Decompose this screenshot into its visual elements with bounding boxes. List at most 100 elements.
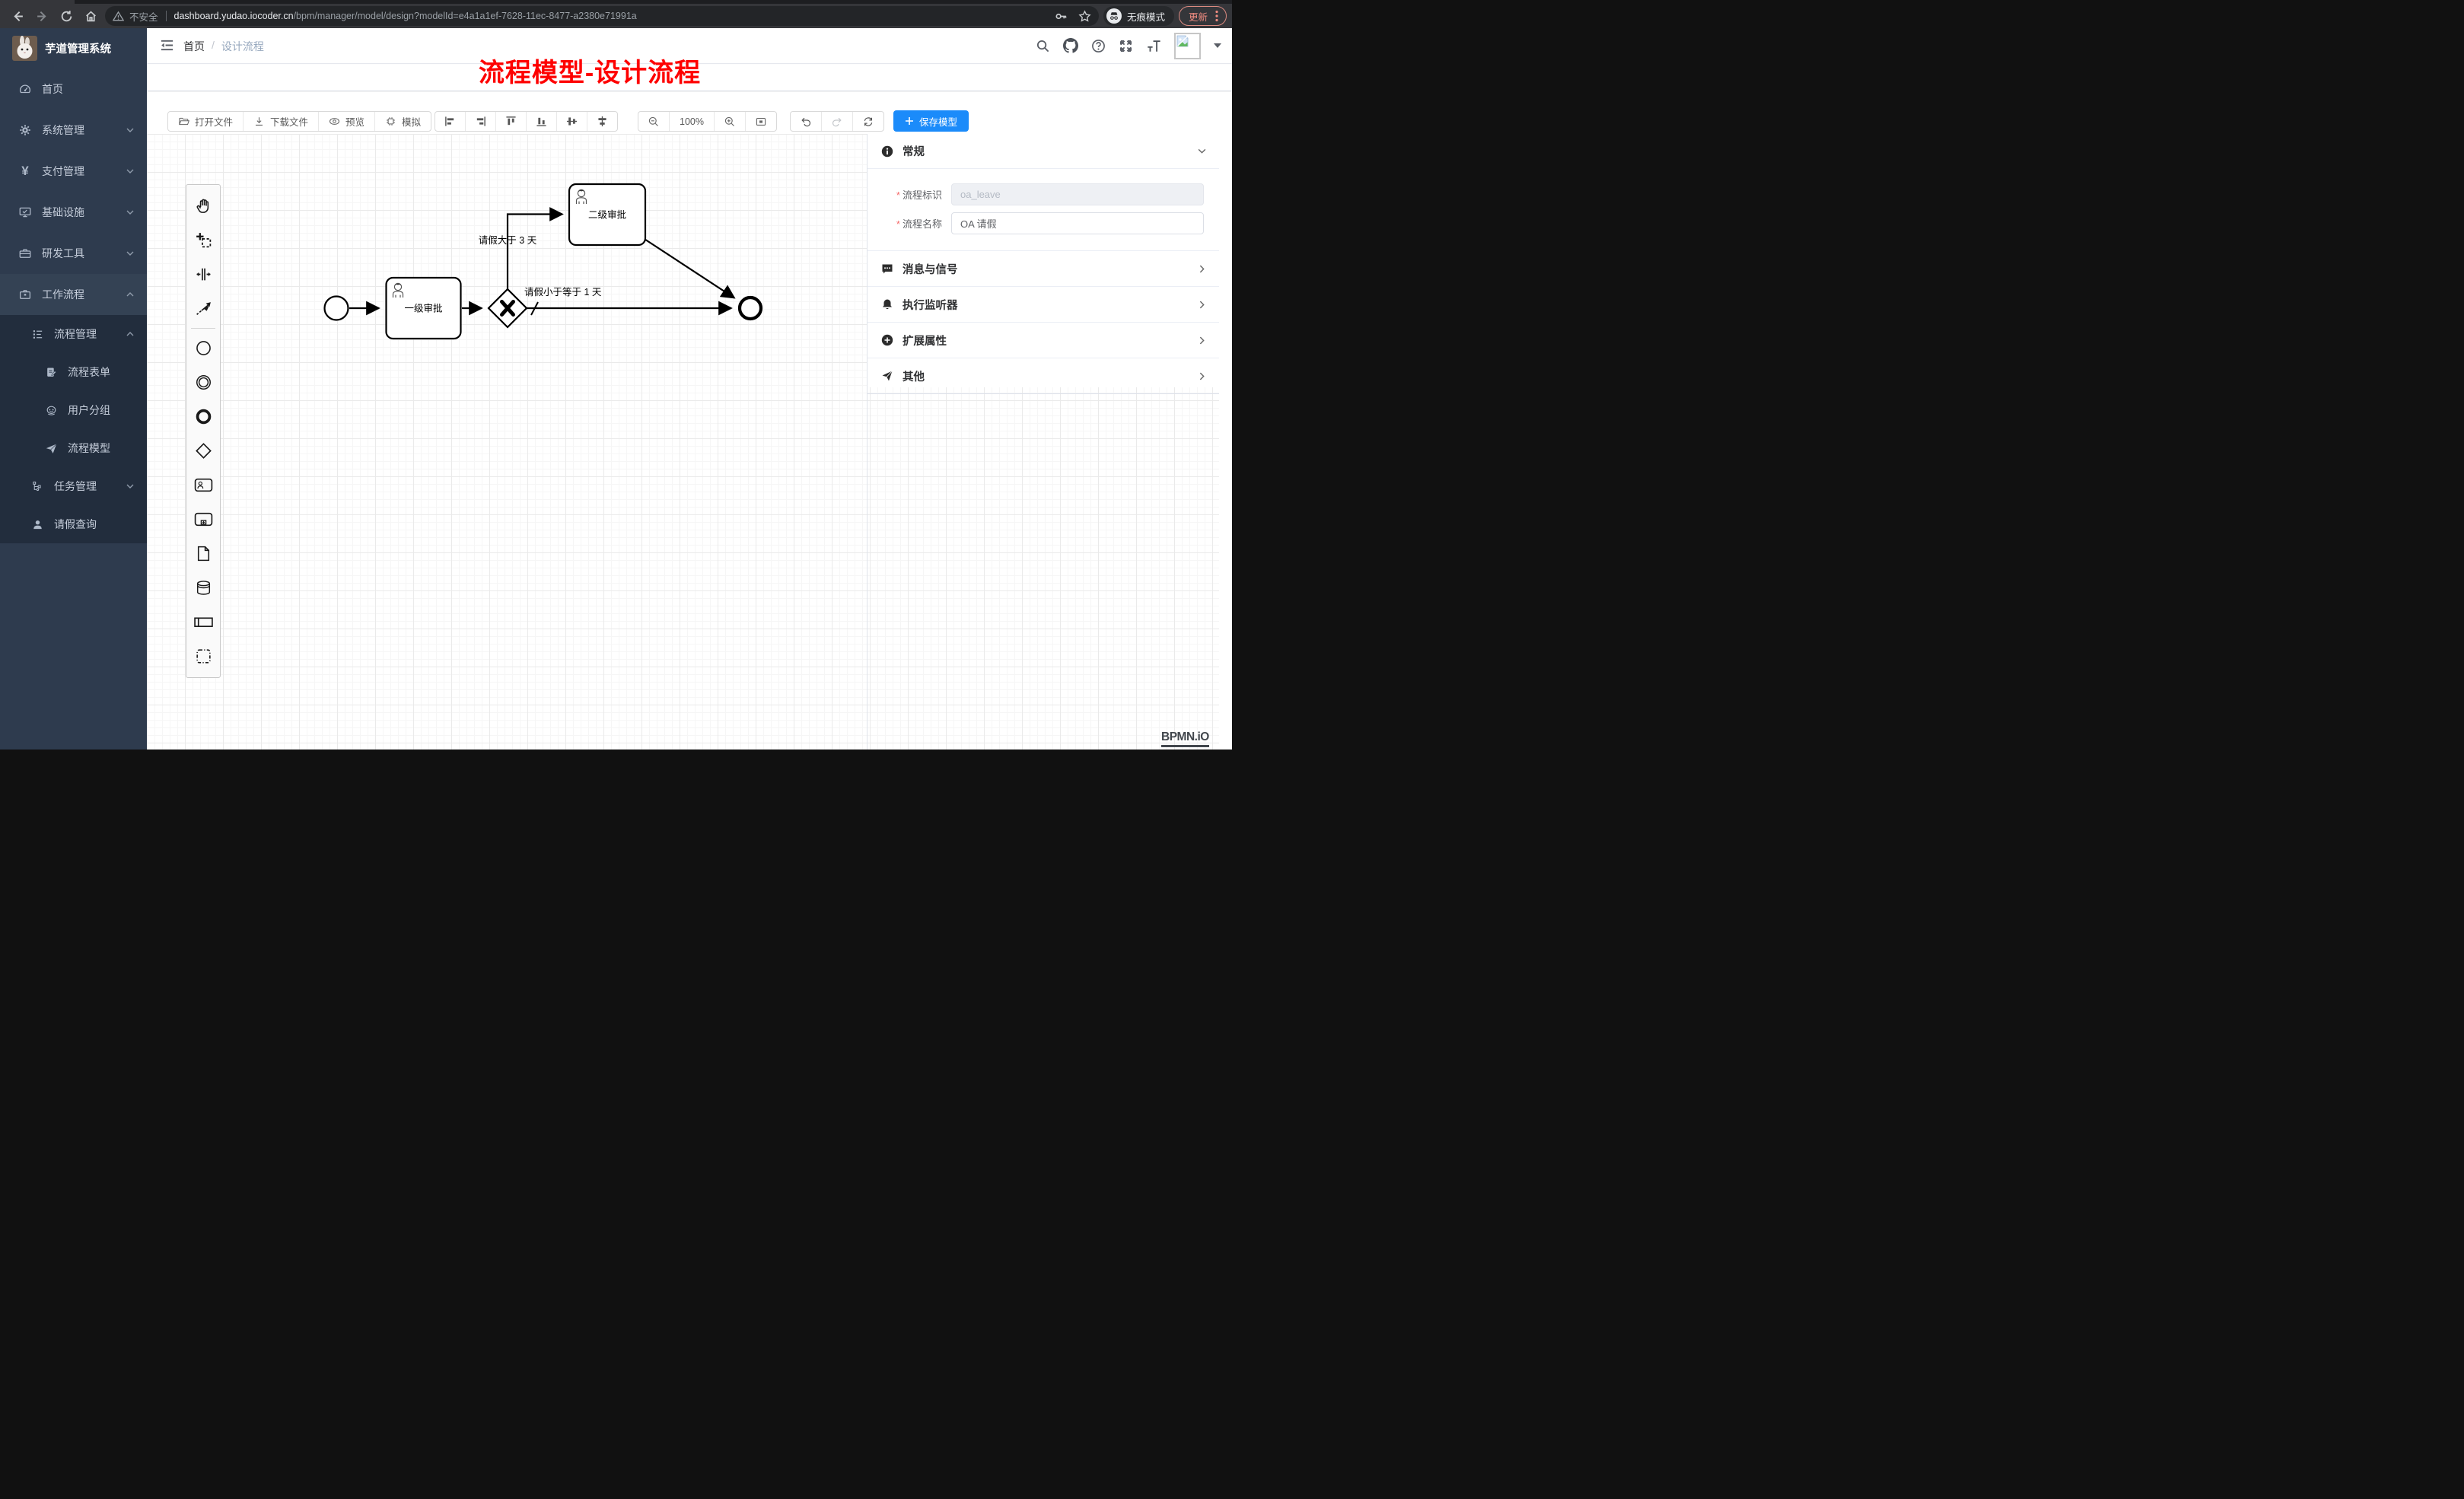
sidebar-item-process-form[interactable]: 流程表单 [0,353,147,391]
screen: 不安全 dashboard.yudao.iocoder.cn/bpm/manag… [0,0,1232,750]
create-participant-pool[interactable] [186,605,220,639]
refresh-icon[interactable] [852,112,883,131]
back-icon[interactable] [8,6,27,26]
caret-down-icon[interactable] [1214,43,1221,52]
user-task-level1[interactable]: 一级审批 [387,278,461,339]
star-icon[interactable] [1078,10,1091,23]
section-extended-properties[interactable]: 扩展属性 [867,323,1219,358]
bpmn-io-logo[interactable]: BPMN.iO [1161,730,1209,747]
yen-icon: ¥ [18,164,32,179]
redo-icon[interactable] [821,112,852,131]
chevron-right-icon [1197,371,1207,381]
sidebar-item-process-mgmt[interactable]: 流程管理 [0,315,147,353]
svg-text:二级审批: 二级审批 [588,209,626,221]
save-model-button[interactable]: 保存模型 [893,110,969,132]
create-group[interactable] [186,639,220,673]
collapse-sidebar-icon[interactable] [159,37,175,53]
svg-text:一级审批: 一级审批 [404,303,442,314]
font-size-icon[interactable] [1146,39,1161,53]
zoom-level: 100% [669,112,714,131]
download-file-button[interactable]: 下载文件 [243,112,318,131]
create-data-store[interactable] [186,571,220,605]
create-gateway[interactable] [186,434,220,468]
sidebar-item-infra[interactable]: 基础设施 [0,192,147,233]
search-icon[interactable] [1036,39,1050,53]
sidebar-item-payment[interactable]: ¥ 支付管理 [0,151,147,192]
preview-button[interactable]: 预览 [318,112,374,131]
start-event[interactable] [325,297,349,320]
align-left-icon[interactable] [435,112,465,131]
align-right-icon[interactable] [465,112,495,131]
hand-tool[interactable] [186,189,220,223]
global-connect-tool[interactable] [186,291,220,326]
sidebar-item-label: 系统管理 [42,123,84,138]
key-icon[interactable] [1055,10,1068,23]
section-general[interactable]: 常规 [867,134,1219,169]
bell-icon [881,298,893,310]
sidebar-item-label: 请假查询 [54,517,97,532]
zoom-out-icon[interactable] [638,112,669,131]
sidebar-item-workflow[interactable]: 工作流程 [0,274,147,315]
lasso-tool[interactable] [186,223,220,257]
gear-icon [18,123,32,137]
flow-task2-to-end [644,239,734,298]
flow-label-greater3[interactable]: 请假大于 3 天 [479,235,537,246]
update-label: 更新 [1189,9,1208,24]
section-other[interactable]: 其他 [867,358,1219,394]
right-gutter [1219,134,1232,750]
section-execution-listener[interactable]: 执行监听器 [867,287,1219,323]
sidebar-item-label: 支付管理 [42,164,84,179]
create-call-activity[interactable] [186,502,220,536]
forward-icon[interactable] [32,6,52,26]
send-icon [881,370,893,382]
align-top-icon[interactable] [495,112,526,131]
reload-icon[interactable] [56,6,76,26]
home-icon[interactable] [81,6,100,26]
github-icon[interactable] [1063,38,1078,53]
sidebar-item-home[interactable]: 首页 [0,68,147,110]
menu-dots-icon[interactable] [1215,10,1218,22]
section-messages-signals[interactable]: 消息与信号 [867,251,1219,287]
space-tool[interactable] [186,257,220,291]
sidebar-item-system[interactable]: 系统管理 [0,110,147,151]
process-key-input[interactable] [951,183,1204,205]
chevron-down-icon [126,208,135,217]
create-data-object[interactable] [186,536,220,571]
avatar[interactable] [1174,33,1201,59]
simulate-button[interactable]: 模拟 [374,112,431,131]
open-file-button[interactable]: 打开文件 [168,112,243,131]
app-logo[interactable]: 芋道管理系统 [0,28,147,68]
sidebar-item-process-model[interactable]: 流程模型 [0,429,147,467]
sidebar-item-leave-query[interactable]: 请假查询 [0,505,147,543]
create-user-task[interactable] [186,468,220,502]
sidebar-item-task-mgmt[interactable]: 任务管理 [0,467,147,505]
breadcrumb-home[interactable]: 首页 [183,39,205,54]
align-bottom-icon[interactable] [526,112,556,131]
exclusive-gateway[interactable] [489,289,527,327]
update-button[interactable]: 更新 [1179,6,1227,26]
chevron-right-icon [1197,336,1207,345]
flow-gateway-to-task2 [508,215,562,290]
sidebar-item-label: 流程管理 [54,326,97,342]
url-bar[interactable]: 不安全 dashboard.yudao.iocoder.cn/bpm/manag… [105,6,1099,26]
align-horizontal-center-icon[interactable] [587,112,617,131]
sidebar-item-devtools[interactable]: 研发工具 [0,233,147,274]
help-icon[interactable] [1091,39,1106,53]
create-intermediate-event[interactable] [186,365,220,399]
align-vertical-center-icon[interactable] [556,112,587,131]
flow-label-lessEq1[interactable]: 请假小于等于 1 天 [524,286,602,298]
end-event[interactable] [740,298,761,319]
undo-icon[interactable] [791,112,821,131]
create-start-event[interactable] [186,331,220,365]
fullscreen-icon[interactable] [1119,39,1133,53]
sidebar-item-user-group[interactable]: 用户分组 [0,391,147,429]
user-task-level2[interactable]: 二级审批 [569,184,645,245]
reset-viewport-icon[interactable] [745,112,776,131]
zoom-in-icon[interactable] [714,112,745,131]
create-end-event[interactable] [186,399,220,434]
process-name-input[interactable] [951,212,1204,234]
bpmn-canvas[interactable]: 请假大于 3 天 请假小于等于 1 天 一级审批 [147,134,1232,750]
person-icon [31,518,44,531]
sidebar-item-label: 任务管理 [54,479,97,494]
sidebar-item-label: 流程模型 [68,441,110,456]
